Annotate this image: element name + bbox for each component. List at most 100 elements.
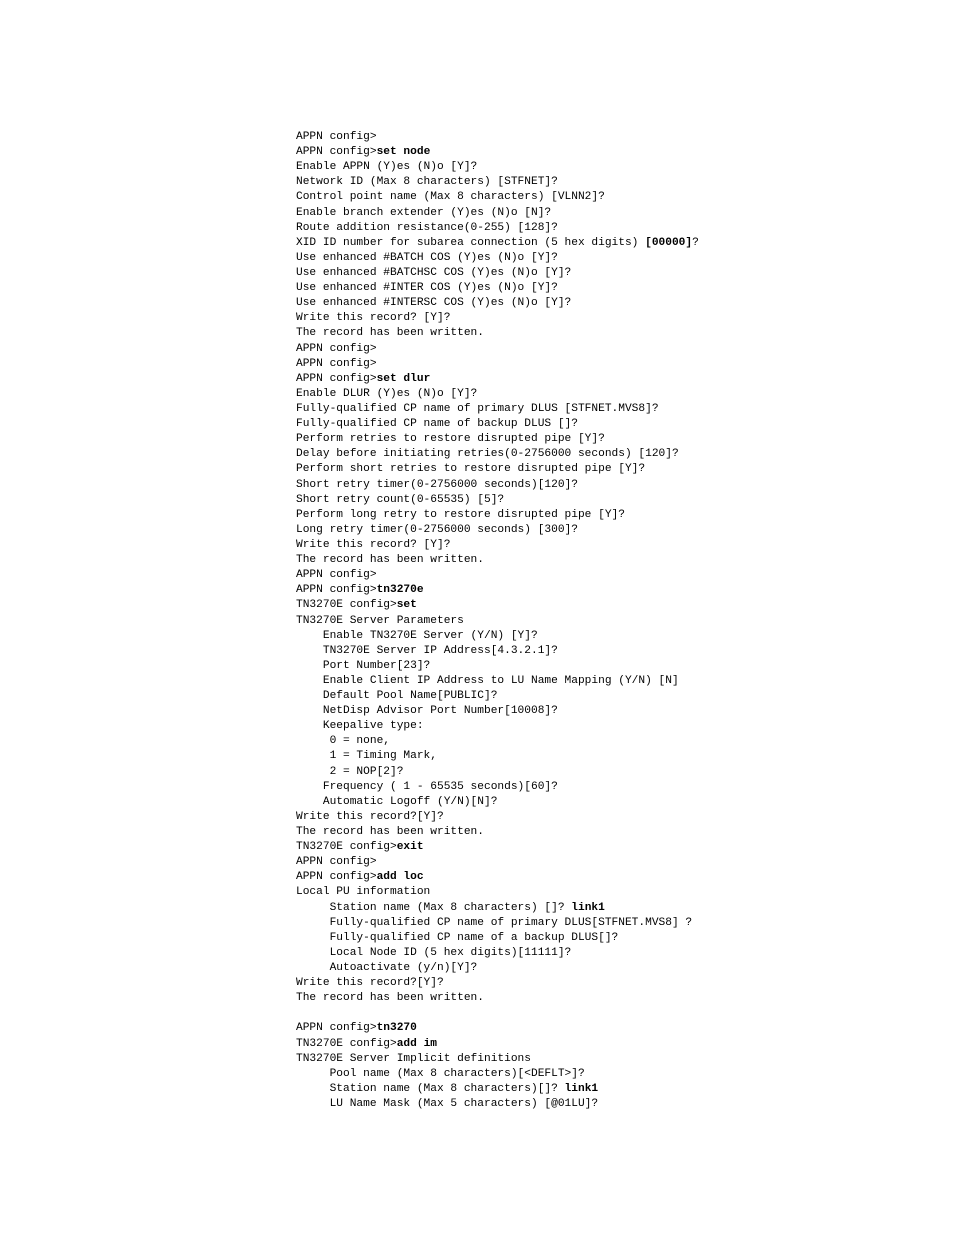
terminal-line: The record has been written. bbox=[296, 825, 954, 840]
user-input: set bbox=[397, 599, 417, 611]
terminal-line: TN3270E Server IP Address[4.3.2.1]? bbox=[296, 644, 954, 659]
terminal-line bbox=[296, 1006, 954, 1021]
user-input: set dlur bbox=[377, 373, 431, 385]
terminal-line: Fully-qualified CP name of a backup DLUS… bbox=[296, 931, 954, 946]
terminal-text: Fully-qualified CP name of a backup DLUS… bbox=[296, 932, 618, 944]
terminal-line: XID ID number for subarea connection (5 … bbox=[296, 236, 954, 251]
terminal-text: Autoactivate (y/n)[Y]? bbox=[296, 962, 477, 974]
terminal-text: Write this record? [Y]? bbox=[296, 539, 450, 551]
terminal-text: TN3270E config> bbox=[296, 599, 397, 611]
terminal-line: Local Node ID (5 hex digits)[11111]? bbox=[296, 946, 954, 961]
terminal-text: XID ID number for subarea connection (5 … bbox=[296, 237, 645, 249]
terminal-text: TN3270E Server Implicit definitions bbox=[296, 1053, 531, 1065]
terminal-line: Autoactivate (y/n)[Y]? bbox=[296, 961, 954, 976]
terminal-text: Write this record?[Y]? bbox=[296, 811, 444, 823]
terminal-text bbox=[296, 1007, 303, 1019]
terminal-line: Perform long retry to restore disrupted … bbox=[296, 508, 954, 523]
terminal-text: APPN config> bbox=[296, 146, 377, 158]
terminal-text: Perform retries to restore disrupted pip… bbox=[296, 433, 605, 445]
terminal-line: Keepalive type: bbox=[296, 719, 954, 734]
terminal-text: TN3270E Server IP Address[4.3.2.1]? bbox=[296, 645, 558, 657]
terminal-line: Write this record?[Y]? bbox=[296, 810, 954, 825]
terminal-text: Fully-qualified CP name of primary DLUS … bbox=[296, 403, 659, 415]
terminal-line: Fully-qualified CP name of primary DLUS … bbox=[296, 402, 954, 417]
terminal-line: Short retry count(0-65535) [5]? bbox=[296, 493, 954, 508]
terminal-text: The record has been written. bbox=[296, 554, 484, 566]
terminal-text: Delay before initiating retries(0-275600… bbox=[296, 448, 679, 460]
terminal-text: Enable DLUR (Y)es (N)o [Y]? bbox=[296, 388, 477, 400]
terminal-text: Local Node ID (5 hex digits)[11111]? bbox=[296, 947, 571, 959]
terminal-line: APPN config> bbox=[296, 357, 954, 372]
terminal-line: Delay before initiating retries(0-275600… bbox=[296, 447, 954, 462]
terminal-line: APPN config> bbox=[296, 568, 954, 583]
terminal-line: Short retry timer(0-2756000 seconds)[120… bbox=[296, 478, 954, 493]
terminal-line: APPN config>set node bbox=[296, 145, 954, 160]
user-input: add loc bbox=[377, 871, 424, 883]
terminal-text: Use enhanced #INTER COS (Y)es (N)o [Y]? bbox=[296, 282, 558, 294]
user-input: add im bbox=[397, 1038, 437, 1050]
terminal-line: TN3270E Server Parameters bbox=[296, 614, 954, 629]
terminal-text: Short retry count(0-65535) [5]? bbox=[296, 494, 504, 506]
terminal-text: APPN config> bbox=[296, 131, 377, 143]
terminal-text: Pool name (Max 8 characters)[<DEFLT>]? bbox=[296, 1068, 585, 1080]
terminal-line: The record has been written. bbox=[296, 326, 954, 341]
terminal-text: 1 = Timing Mark, bbox=[296, 750, 437, 762]
user-input: exit bbox=[397, 841, 424, 853]
terminal-line: Default Pool Name[PUBLIC]? bbox=[296, 689, 954, 704]
terminal-text: Fully-qualified CP name of backup DLUS [… bbox=[296, 418, 578, 430]
terminal-line: Frequency ( 1 - 65535 seconds)[60]? bbox=[296, 780, 954, 795]
terminal-text: Automatic Logoff (Y/N)[N]? bbox=[296, 796, 497, 808]
terminal-text: ? bbox=[692, 237, 699, 249]
terminal-line: The record has been written. bbox=[296, 553, 954, 568]
terminal-line: Control point name (Max 8 characters) [V… bbox=[296, 190, 954, 205]
terminal-text: Enable branch extender (Y)es (N)o [N]? bbox=[296, 207, 551, 219]
terminal-line: Fully-qualified CP name of backup DLUS [… bbox=[296, 417, 954, 432]
terminal-text: APPN config> bbox=[296, 358, 377, 370]
terminal-text: 2 = NOP[2]? bbox=[296, 766, 403, 778]
terminal-text: NetDisp Advisor Port Number[10008]? bbox=[296, 705, 558, 717]
terminal-text: Local PU information bbox=[296, 886, 430, 898]
terminal-line: Use enhanced #BATCHSC COS (Y)es (N)o [Y]… bbox=[296, 266, 954, 281]
terminal-line: Use enhanced #INTER COS (Y)es (N)o [Y]? bbox=[296, 281, 954, 296]
terminal-text: LU Name Mask (Max 5 characters) [@01LU]? bbox=[296, 1098, 598, 1110]
terminal-line: Enable TN3270E Server (Y/N) [Y]? bbox=[296, 629, 954, 644]
terminal-text: Enable APPN (Y)es (N)o [Y]? bbox=[296, 161, 477, 173]
terminal-text: Fully-qualified CP name of primary DLUS[… bbox=[296, 917, 692, 929]
terminal-line: TN3270E Server Implicit definitions bbox=[296, 1052, 954, 1067]
terminal-text: Use enhanced #BATCHSC COS (Y)es (N)o [Y]… bbox=[296, 267, 571, 279]
terminal-line: Perform retries to restore disrupted pip… bbox=[296, 432, 954, 447]
terminal-line: Perform short retries to restore disrupt… bbox=[296, 462, 954, 477]
terminal-line: 1 = Timing Mark, bbox=[296, 749, 954, 764]
terminal-text: APPN config> bbox=[296, 373, 377, 385]
terminal-text: Use enhanced #INTERSC COS (Y)es (N)o [Y]… bbox=[296, 297, 571, 309]
terminal-line: Enable Client IP Address to LU Name Mapp… bbox=[296, 674, 954, 689]
user-input: tn3270 bbox=[377, 1022, 417, 1034]
terminal-line: Station name (Max 8 characters) []? link… bbox=[296, 901, 954, 916]
terminal-line: 2 = NOP[2]? bbox=[296, 765, 954, 780]
user-input: link1 bbox=[565, 1083, 599, 1095]
terminal-text: APPN config> bbox=[296, 343, 377, 355]
terminal-line: TN3270E config>set bbox=[296, 598, 954, 613]
terminal-line: 0 = none, bbox=[296, 734, 954, 749]
terminal-line: APPN config>tn3270 bbox=[296, 1021, 954, 1036]
terminal-transcript-page: APPN config>APPN config>set nodeEnable A… bbox=[0, 0, 954, 1235]
terminal-line: Route addition resistance(0-255) [128]? bbox=[296, 221, 954, 236]
terminal-output: APPN config>APPN config>set nodeEnable A… bbox=[296, 130, 954, 1112]
terminal-text: Long retry timer(0-2756000 seconds) [300… bbox=[296, 524, 578, 536]
terminal-text: APPN config> bbox=[296, 871, 377, 883]
terminal-text: 0 = none, bbox=[296, 735, 390, 747]
terminal-text: Route addition resistance(0-255) [128]? bbox=[296, 222, 558, 234]
terminal-text: APPN config> bbox=[296, 1022, 377, 1034]
terminal-line: APPN config>tn3270e bbox=[296, 583, 954, 598]
terminal-line: APPN config>add loc bbox=[296, 870, 954, 885]
terminal-line: Write this record? [Y]? bbox=[296, 311, 954, 326]
terminal-line: Enable branch extender (Y)es (N)o [N]? bbox=[296, 206, 954, 221]
user-input: set node bbox=[377, 146, 431, 158]
terminal-text: Use enhanced #BATCH COS (Y)es (N)o [Y]? bbox=[296, 252, 558, 264]
terminal-text: Default Pool Name[PUBLIC]? bbox=[296, 690, 497, 702]
terminal-line: Enable DLUR (Y)es (N)o [Y]? bbox=[296, 387, 954, 402]
terminal-text: Control point name (Max 8 characters) [V… bbox=[296, 191, 605, 203]
terminal-text: TN3270E config> bbox=[296, 841, 397, 853]
terminal-line: Fully-qualified CP name of primary DLUS[… bbox=[296, 916, 954, 931]
terminal-text: Perform short retries to restore disrupt… bbox=[296, 463, 645, 475]
